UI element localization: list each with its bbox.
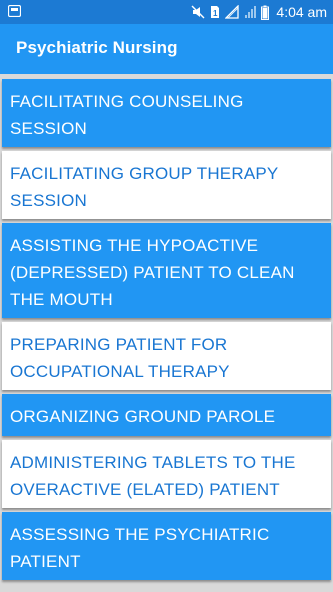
list-item[interactable]: FACILITATING COUNSELING SESSION — [2, 79, 331, 147]
list-item[interactable]: ASSESSING THE PSYCHIATRIC PATIENT — [2, 512, 331, 580]
list-item-label: ASSISTING THE HYPOACTIVE (DEPRESSED) PAT… — [10, 236, 295, 309]
list-item[interactable]: FACILITATING GROUP THERAPY SESSION — [2, 151, 331, 219]
status-time: 4:04 am — [276, 4, 327, 20]
signal-weak-icon — [245, 6, 257, 18]
sim-icon: 1 — [211, 6, 220, 18]
list-item-label: FACILITATING GROUP THERAPY SESSION — [10, 164, 279, 210]
battery-icon — [261, 5, 270, 20]
signal-icon — [225, 5, 240, 19]
app-title: Psychiatric Nursing — [16, 38, 178, 57]
list-item[interactable]: PREPARING PATIENT FOR OCCUPATIONAL THERA… — [2, 322, 331, 390]
status-icons: 1 4:04 am — [191, 0, 327, 24]
app-bar: Psychiatric Nursing — [0, 24, 333, 74]
list-item[interactable]: ORGANIZING GROUND PAROLE — [2, 394, 331, 436]
mute-icon — [191, 5, 205, 19]
list-item-label: FACILITATING COUNSELING SESSION — [10, 92, 244, 138]
list-item-label: ORGANIZING GROUND PAROLE — [10, 407, 276, 426]
list-item[interactable]: ADMINISTERING TABLETS TO THE OVERACTIVE … — [2, 440, 331, 508]
list-item[interactable]: ASSISTING THE HYPOACTIVE (DEPRESSED) PAT… — [2, 223, 331, 318]
svg-text:1: 1 — [213, 9, 218, 18]
list-item-label: ADMINISTERING TABLETS TO THE OVERACTIVE … — [10, 453, 296, 499]
notification-icon — [8, 5, 21, 17]
list-item-label: ASSESSING THE PSYCHIATRIC PATIENT — [10, 525, 270, 571]
status-bar: 1 4:04 am — [0, 0, 333, 24]
list-item-label: PREPARING PATIENT FOR OCCUPATIONAL THERA… — [10, 335, 230, 381]
